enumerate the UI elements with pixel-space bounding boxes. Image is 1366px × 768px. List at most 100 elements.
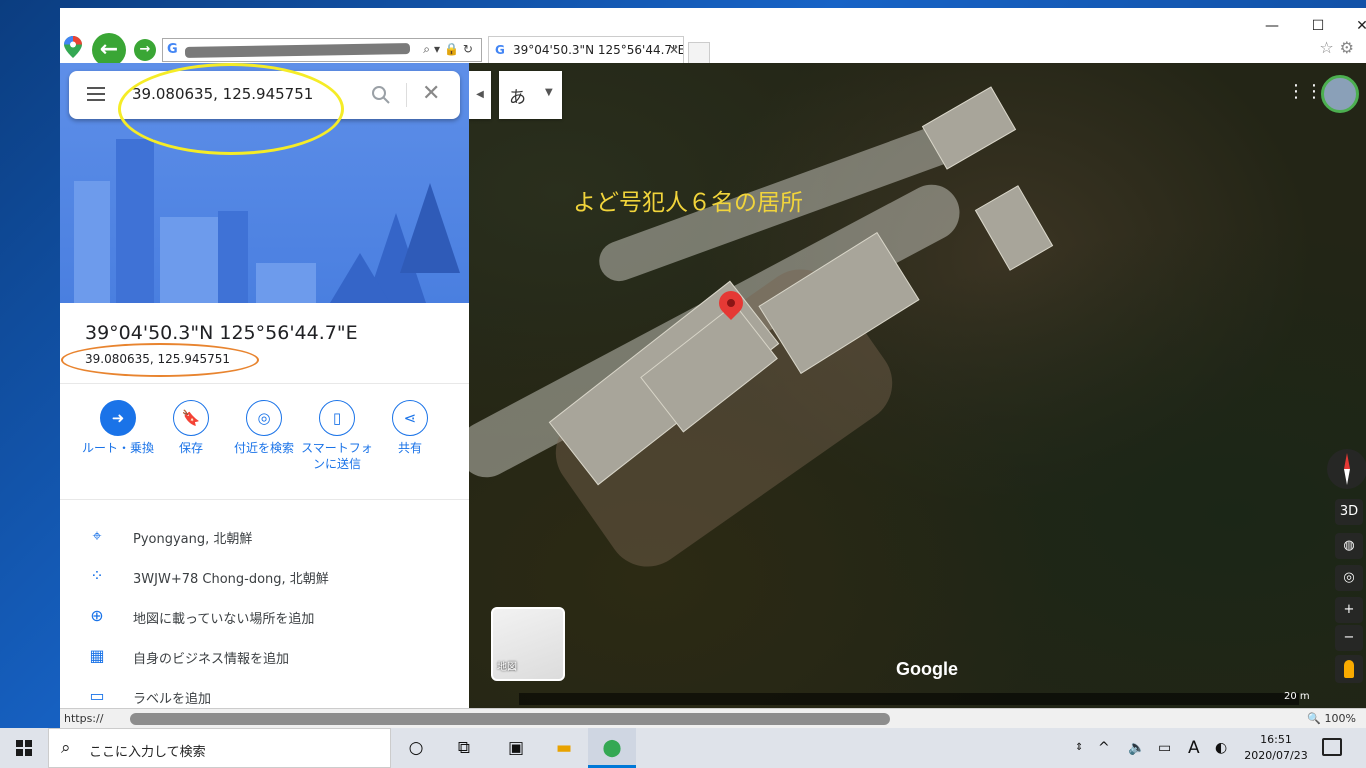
hamburger-menu-icon[interactable] <box>87 87 105 101</box>
address-bar[interactable]: G ⌕▾🔒↻ <box>162 38 482 62</box>
desktop-icon[interactable] <box>10 510 60 540</box>
ime-mode-icon[interactable]: ◐ <box>1215 728 1227 768</box>
taskbar-search-box[interactable]: ⌕ ここに入力して検索 <box>48 728 391 768</box>
globe-icon[interactable]: ◍ <box>1335 533 1363 559</box>
scale-bar: 20 m <box>1284 691 1310 702</box>
action-label: 共有 <box>397 441 422 455</box>
info-text: ラベルを追加 <box>133 692 212 707</box>
google-maps-taskbar-icon[interactable]: ⬤ <box>588 728 636 768</box>
compass-north <box>1344 453 1350 469</box>
add-place-icon: ⊕ <box>90 606 104 625</box>
save-button[interactable]: 🔖 保存 <box>153 400 229 456</box>
info-row-add-label[interactable]: ▭ ラベルを追加 <box>60 676 469 708</box>
back-button[interactable]: ← <box>92 33 126 67</box>
send-to-phone-icon: ▯ <box>319 400 355 436</box>
cortana-icon[interactable]: ○ <box>392 728 440 768</box>
info-text: Pyongyang, 北朝鮮 <box>133 532 253 547</box>
browser-window: — ☐ ✕ ← → G ⌕▾🔒↻ G 39°04'50.3"N 125°56'4… <box>60 8 1366 728</box>
zoom-in-button[interactable]: + <box>1335 597 1363 623</box>
send-to-phone-button[interactable]: ▯ スマートフォンに送信 <box>299 400 375 472</box>
mountain-shape <box>400 183 460 273</box>
map-annotation-text: よど号犯人６名の居所 <box>573 190 803 216</box>
action-label: スマートフォンに送信 <box>301 441 373 471</box>
redacted-url-scribble <box>184 43 411 58</box>
file-explorer-icon[interactable]: ▬ <box>540 728 588 768</box>
desktop-icon[interactable] <box>10 360 60 390</box>
add-business-icon: ▦ <box>89 646 105 665</box>
compass-south <box>1344 469 1350 485</box>
start-button[interactable] <box>0 728 48 768</box>
nearby-search-button[interactable]: ◎ 付近を検索 <box>226 400 302 456</box>
info-row-add-business[interactable]: ▦ 自身のビジネス情報を追加 <box>60 636 469 676</box>
nav-row: ← → G ⌕▾🔒↻ G 39°04'50.3"N 125°56'44.7"E … <box>60 32 1366 67</box>
info-row-add-place[interactable]: ⊕ 地図に載っていない場所を追加 <box>60 596 469 636</box>
side-panel: 39.080635, 125.945751 ✕ 39°04'50.3"N 125… <box>60 63 469 708</box>
status-url: https:// <box>64 712 104 725</box>
notification-icon[interactable] <box>1322 738 1342 756</box>
my-location-icon[interactable]: ◎ <box>1335 565 1363 591</box>
directions-button[interactable]: ➜ ルート・乗換 <box>80 400 156 456</box>
action-label: 保存 <box>178 441 203 455</box>
desktop-icon[interactable] <box>10 450 60 480</box>
apps-grid-icon[interactable]: ⋮⋮ <box>1287 83 1323 101</box>
layer-switcher[interactable]: 地図 <box>491 607 565 681</box>
building-shape <box>160 217 220 303</box>
task-view-icon[interactable]: ⧉ <box>440 728 488 768</box>
power-icon[interactable]: ▭ <box>1158 728 1171 768</box>
building-shape <box>256 263 316 303</box>
toolbar-icons[interactable]: ☆⚙ <box>1319 38 1360 57</box>
share-button[interactable]: ⋖ 共有 <box>372 400 448 456</box>
browser-titlebar: — ☐ ✕ ← → G ⌕▾🔒↻ G 39°04'50.3"N 125°56'4… <box>60 8 1366 67</box>
clock-time: 16:51 <box>1260 733 1292 746</box>
pegman-icon[interactable] <box>1335 655 1363 683</box>
taskbar-clock[interactable]: 16:51 2020/07/23 <box>1240 732 1312 764</box>
orange-highlight-circle <box>61 343 259 377</box>
bookmark-icon: 🔖 <box>173 400 209 436</box>
desktop-icon[interactable] <box>10 590 60 620</box>
collapse-panel-button[interactable]: ◀ <box>469 71 491 119</box>
yellow-highlight-circle <box>118 63 344 155</box>
show-hidden-icons-icon[interactable]: ^ <box>1098 728 1110 768</box>
building-roof <box>974 185 1054 271</box>
ime-indicator[interactable]: A <box>1188 728 1200 768</box>
info-text: 自身のビジネス情報を追加 <box>133 652 290 667</box>
layer-label: 地図 <box>497 662 517 673</box>
new-tab-button[interactable] <box>688 42 710 64</box>
label-icon: ▭ <box>89 686 105 705</box>
tab-close-icon[interactable]: ✕ <box>669 37 679 64</box>
desktop-app-icon[interactable]: ▣ <box>492 728 540 768</box>
clear-search-icon[interactable]: ✕ <box>422 81 440 107</box>
forward-button[interactable]: → <box>134 39 156 61</box>
three-d-button[interactable]: 3D <box>1335 499 1363 525</box>
action-label: 付近を検索 <box>233 441 294 455</box>
tab-google-maps[interactable]: G 39°04'50.3"N 125°56'44.7"E ... ✕ <box>488 36 684 64</box>
zoom-level[interactable]: 🔍 100% <box>1307 712 1356 725</box>
search-icon[interactable] <box>369 83 393 107</box>
action-label: ルート・乗換 <box>81 441 154 455</box>
windows-logo-icon <box>16 740 32 756</box>
ime-char: あ <box>509 88 526 108</box>
info-row-address[interactable]: ⌖ Pyongyang, 北朝鮮 <box>60 516 469 556</box>
directions-icon: ➜ <box>100 400 136 436</box>
map-attribution-bar <box>519 693 1299 705</box>
desktop-icon[interactable] <box>10 655 60 685</box>
compass-icon[interactable] <box>1327 449 1366 489</box>
zoom-out-button[interactable]: − <box>1335 625 1363 651</box>
input-tools-button[interactable]: あ ▼ <box>499 71 562 119</box>
browser-status-bar: https:// 🔍 100% <box>60 708 1366 728</box>
address-bar-icons[interactable]: ⌕▾🔒↻ <box>423 42 477 57</box>
search-icon: ⌕ <box>61 738 71 758</box>
page-content: 39.080635, 125.945751 ✕ 39°04'50.3"N 125… <box>60 63 1366 708</box>
scroll-arrows-icon[interactable]: ⇕ <box>1075 728 1083 768</box>
building-shape <box>116 139 154 303</box>
tab-title: 39°04'50.3"N 125°56'44.7"E ... <box>513 43 684 57</box>
info-row-plus-code[interactable]: ⁘ 3WJW+78 Chong-dong, 北朝鮮 <box>60 556 469 596</box>
satellite-map[interactable]: よど号犯人６名の居所 ◀ あ ▼ ⋮⋮ 3D ◍ ◎ + − 地図 Google… <box>469 63 1366 708</box>
divider <box>60 383 469 384</box>
taskbar-search-placeholder: ここに入力して検索 <box>89 745 206 760</box>
divider <box>60 499 469 500</box>
account-avatar[interactable] <box>1321 75 1359 113</box>
volume-icon[interactable]: 🔈 <box>1128 728 1145 768</box>
clock-date: 2020/07/23 <box>1244 749 1308 762</box>
google-g-icon: G <box>495 43 505 57</box>
